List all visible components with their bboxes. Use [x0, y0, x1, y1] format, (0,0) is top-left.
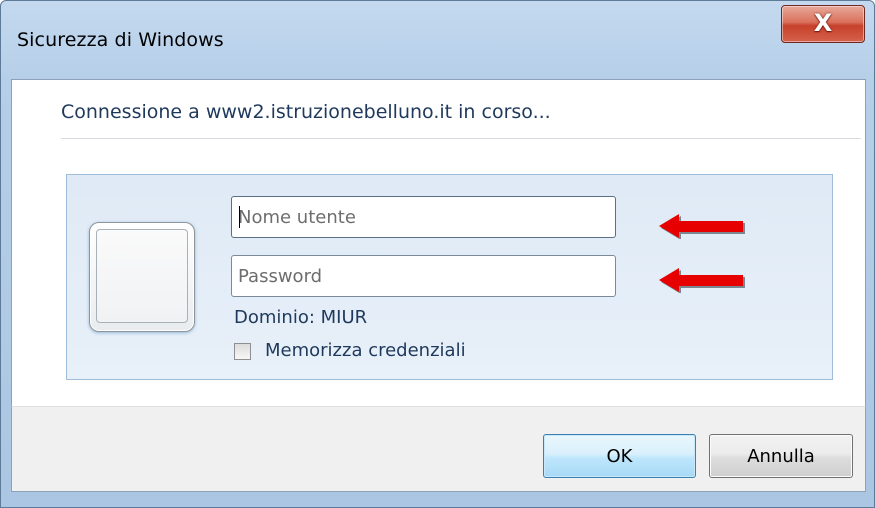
user-picture-icon	[89, 222, 195, 332]
domain-label: Dominio: MIUR	[234, 307, 368, 328]
security-dialog: Sicurezza di Windows X Connessione a www…	[0, 0, 875, 508]
close-button[interactable]: X	[781, 5, 865, 43]
close-icon: X	[813, 9, 833, 37]
separator	[61, 138, 861, 139]
user-picture-frame	[96, 229, 188, 323]
username-field[interactable]	[231, 196, 616, 238]
arrow-left-icon	[659, 268, 745, 293]
remember-credentials-label[interactable]: Memorizza credenziali	[265, 340, 466, 361]
button-bar: OK Annulla	[11, 406, 866, 492]
connection-message: Connessione a www2.istruzionebelluno.it …	[61, 101, 551, 123]
title-bar[interactable]: Sicurezza di Windows X	[1, 1, 874, 79]
text-caret	[239, 206, 240, 228]
dialog-content: Connessione a www2.istruzionebelluno.it …	[11, 79, 866, 407]
arrow-left-icon	[659, 214, 745, 239]
window-title: Sicurezza di Windows	[17, 29, 224, 51]
password-field[interactable]	[231, 255, 616, 297]
credential-tile[interactable]: Dominio: MIUR Memorizza credenziali	[66, 174, 833, 380]
cancel-button[interactable]: Annulla	[709, 434, 853, 478]
remember-credentials-checkbox[interactable]	[234, 343, 251, 360]
ok-button[interactable]: OK	[543, 434, 696, 478]
